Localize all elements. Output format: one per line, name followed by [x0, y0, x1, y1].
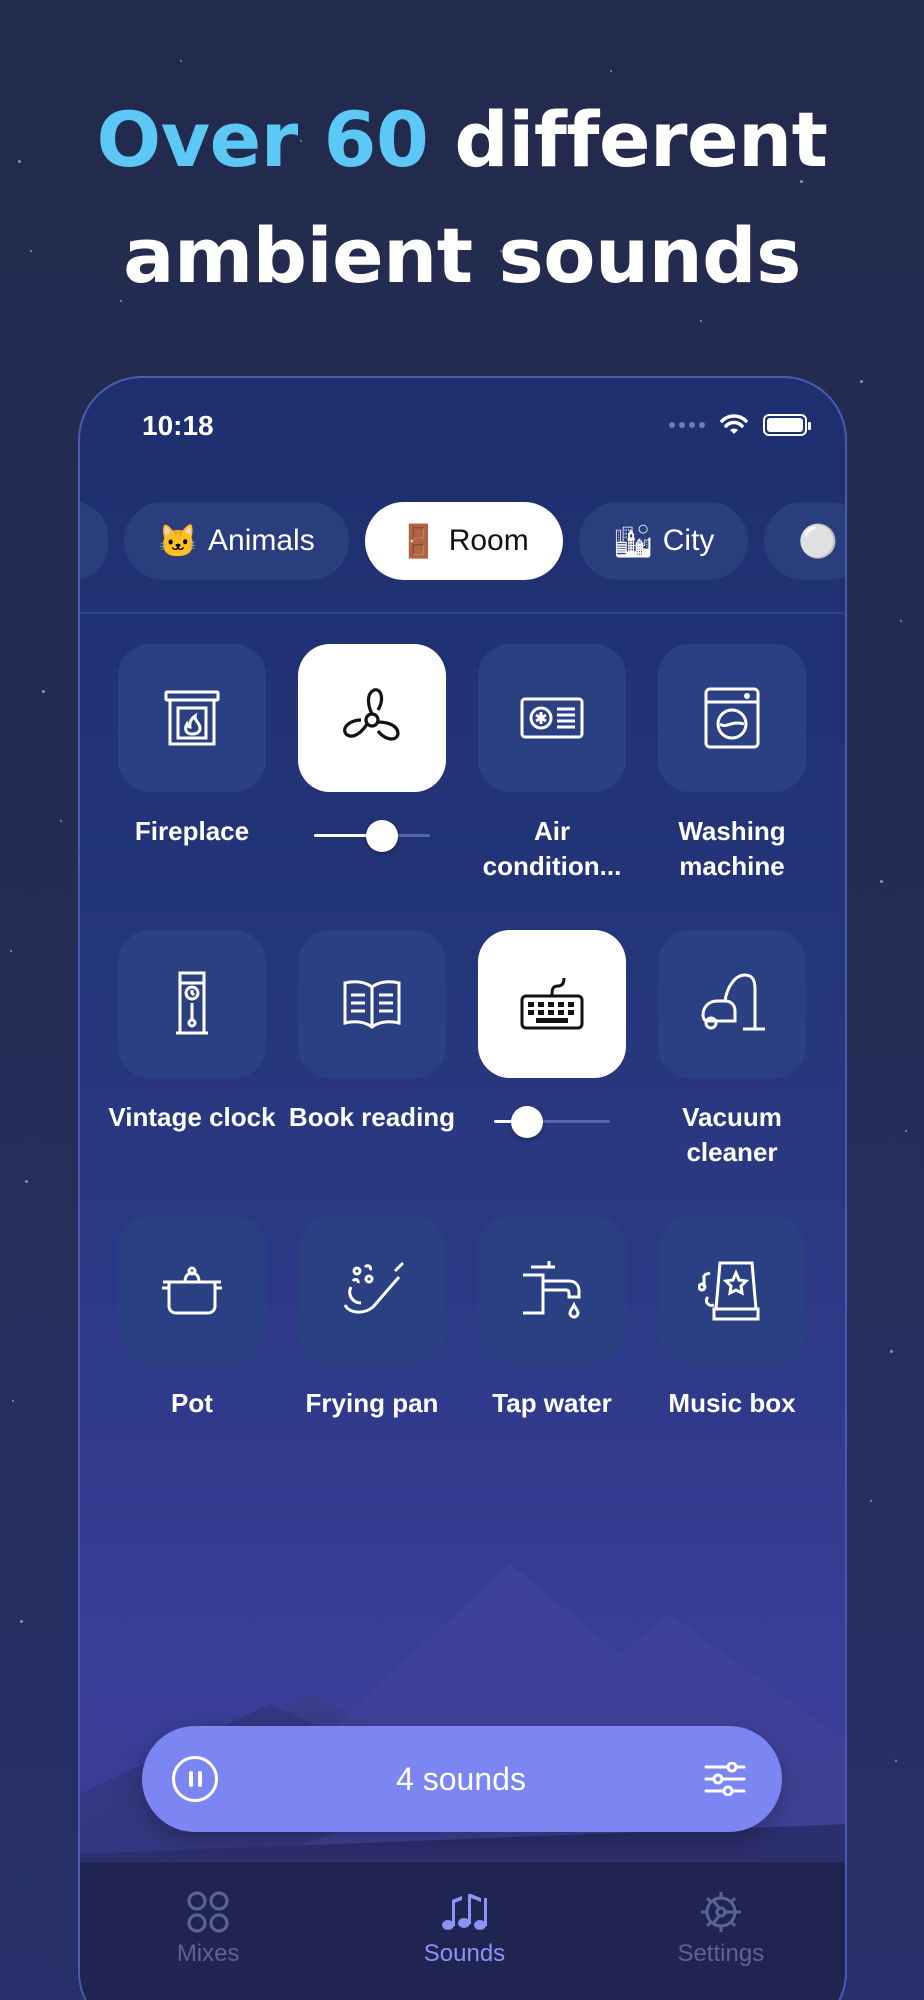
category-emoji-icon: ⚪: [798, 523, 839, 559]
air-conditioner-icon: [519, 693, 585, 743]
mixes-icon: [186, 1890, 230, 1934]
battery-icon: [763, 414, 811, 436]
phone-frame: 10:18 🐱 Animals 🚪 Room 🏙 City ⚪ Fireplace Air c…: [78, 376, 847, 2000]
pause-button[interactable]: [172, 1756, 218, 1802]
headline: Over 60 different ambient sounds: [0, 82, 924, 314]
category-tab-label: Room: [448, 524, 529, 557]
sound-item: Washing machine: [658, 644, 806, 930]
keyboard-icon: [519, 976, 585, 1032]
sound-item: [478, 930, 626, 1216]
sound-grid: Fireplace Air condition... Washing machine…: [108, 644, 838, 1502]
music-box-icon: [698, 1257, 766, 1323]
wifi-icon: [720, 414, 748, 434]
category-tabs: 🐱 Animals 🚪 Room 🏙 City ⚪: [80, 502, 845, 580]
washing-machine-icon: [703, 686, 761, 750]
status-icons: [669, 414, 811, 436]
sound-tile-music-box[interactable]: [658, 1216, 806, 1364]
sound-item: Frying pan: [298, 1216, 446, 1502]
pot-icon: [159, 1264, 225, 1316]
sound-item: Vintage clock: [108, 930, 276, 1216]
category-emoji-icon: 🚪: [398, 523, 439, 559]
divider: [80, 612, 845, 614]
vacuum-icon: [697, 971, 767, 1037]
volume-slider[interactable]: [494, 1106, 610, 1138]
sound-item: Book reading: [289, 930, 455, 1216]
sound-item: Tap water: [478, 1216, 626, 1502]
sound-label: Vacuum cleaner: [682, 1102, 782, 1167]
fireplace-icon: [160, 686, 224, 750]
headline-line2: ambient sounds: [123, 211, 801, 300]
tabbar-label: Sounds: [423, 1940, 506, 1967]
tap-icon: [519, 1257, 585, 1323]
sound-tile-tap[interactable]: [478, 1216, 626, 1364]
sound-item: Music box: [658, 1216, 806, 1502]
category-emoji-icon: 🏙: [612, 523, 654, 559]
sound-label: Vintage clock: [108, 1102, 276, 1132]
now-playing-title: 4 sounds: [396, 1760, 526, 1797]
sound-tile-frying-pan[interactable]: [298, 1216, 446, 1364]
sound-tile-keyboard[interactable]: [478, 930, 626, 1078]
sound-item: Pot: [118, 1216, 266, 1502]
sound-item: Fireplace: [118, 644, 266, 930]
sound-tile-book[interactable]: [298, 930, 446, 1078]
category-emoji-icon: 🐱: [158, 523, 198, 559]
fan-icon: [336, 682, 408, 754]
tabbar-label: Settings: [677, 1940, 765, 1967]
sound-tile-pot[interactable]: [118, 1216, 266, 1364]
sound-label: Air condition...: [482, 816, 622, 881]
gear-icon: [699, 1890, 743, 1934]
sound-tile-fan[interactable]: [298, 644, 446, 792]
sound-item: Vacuum cleaner: [658, 930, 806, 1216]
category-tab-label: City: [662, 524, 715, 557]
sound-label: Frying pan: [305, 1388, 439, 1418]
sound-tile-clock[interactable]: [118, 930, 266, 1078]
now-playing-bar[interactable]: 4 sounds: [142, 1726, 782, 1832]
volume-slider-knob[interactable]: [366, 820, 399, 852]
sound-tile-fireplace[interactable]: [118, 644, 266, 792]
sound-label: Book reading: [288, 1102, 456, 1132]
volume-slider[interactable]: [314, 820, 430, 852]
sound-tile-air-conditioner[interactable]: [478, 644, 626, 792]
sound-tile-washing-machine[interactable]: [658, 644, 806, 792]
tabbar-item-settings[interactable]: Settings: [631, 1890, 811, 2000]
sound-item: [298, 644, 446, 930]
category-tab-city[interactable]: 🏙 City: [578, 502, 749, 580]
music-notes-icon: [439, 1890, 489, 1934]
category-tab-animals[interactable]: 🐱 Animals: [124, 502, 349, 580]
clock-icon: [172, 969, 212, 1039]
category-tab-room[interactable]: 🚪 Room: [364, 502, 563, 580]
sound-label: Washing machine: [678, 816, 786, 881]
mixer-sliders-icon[interactable]: [704, 1762, 746, 1796]
volume-slider-knob[interactable]: [510, 1106, 543, 1138]
headline-accent: Over 60: [96, 95, 429, 184]
tabbar-label: Mixes: [176, 1940, 240, 1967]
category-tab-hidden[interactable]: [80, 502, 108, 580]
tabbar-item-mixes[interactable]: Mixes: [118, 1890, 298, 2000]
sound-item: Air condition...: [478, 644, 626, 930]
frying-pan-icon: [337, 1259, 407, 1321]
sound-label: Fireplace: [134, 816, 250, 846]
status-time: 10:18: [142, 410, 214, 441]
sound-label: Music box: [668, 1388, 796, 1418]
bottom-tab-bar: Mixes Sounds Settings: [80, 1862, 845, 2000]
category-tab-more[interactable]: ⚪: [764, 502, 845, 580]
sound-label: Tap water: [492, 1388, 612, 1418]
headline-line1: different: [428, 95, 828, 184]
signal-icon: [669, 422, 705, 428]
sound-label: Pot: [171, 1388, 213, 1418]
book-icon: [339, 977, 405, 1031]
category-tab-label: Animals: [208, 524, 315, 557]
tabbar-item-sounds[interactable]: Sounds: [374, 1890, 554, 2000]
sound-tile-vacuum[interactable]: [658, 930, 806, 1078]
mountains-illustration: [80, 1564, 845, 1914]
